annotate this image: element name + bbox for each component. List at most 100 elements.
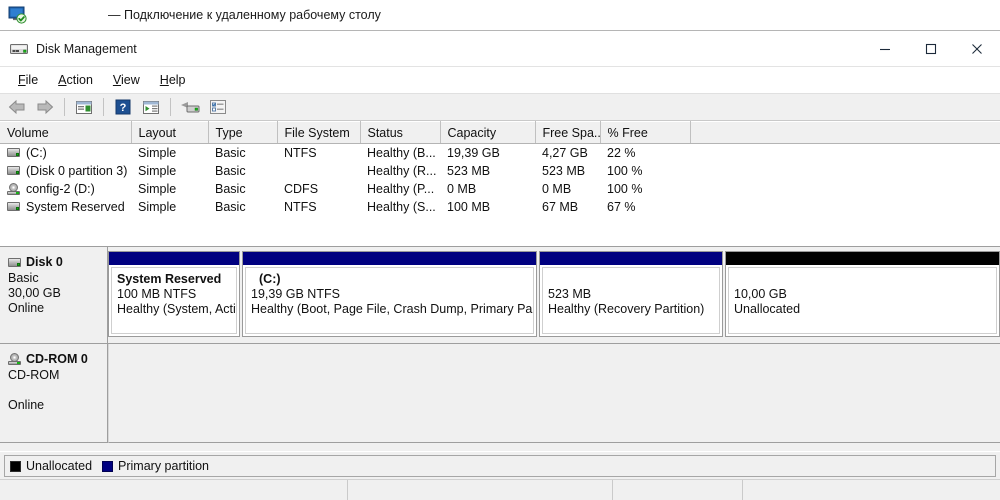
- disk-state: Online: [8, 301, 107, 316]
- status-segment: [0, 480, 348, 500]
- hard-disk-volume-icon: [7, 202, 20, 211]
- remote-desktop-bar: — Подключение к удаленному рабочему стол…: [0, 0, 1000, 31]
- disk-management-window: Disk Management File Action View Help: [0, 31, 1000, 500]
- partition-unallocated[interactable]: 10,00 GB Unallocated: [725, 251, 1000, 337]
- maximize-button[interactable]: [908, 31, 954, 67]
- cell-type: Basic: [208, 144, 277, 162]
- toolbar-separator: [64, 98, 65, 116]
- show-hide-console-tree-icon[interactable]: [71, 95, 97, 119]
- partition-status: Healthy (Boot, Page File, Crash Dump, Pr…: [251, 302, 528, 317]
- cell-capacity: 100 MB: [440, 198, 535, 216]
- window-controls: [862, 31, 1000, 67]
- remote-desktop-title: — Подключение к удаленному рабочему стол…: [108, 0, 381, 31]
- menu-accel-help: H: [160, 73, 169, 87]
- column-header-volume[interactable]: Volume: [0, 122, 131, 144]
- menu-bar: File Action View Help: [0, 67, 1000, 93]
- show-list-icon[interactable]: [205, 95, 231, 119]
- volume-name: config-2 (D:): [26, 182, 95, 196]
- partition-title: [734, 272, 991, 287]
- partition-info: 523 MB Healthy (Recovery Partition): [542, 267, 720, 334]
- cell-percent-free: 100 %: [600, 180, 690, 198]
- column-header-layout[interactable]: Layout: [131, 122, 208, 144]
- cell-file-system: NTFS: [277, 198, 360, 216]
- cdrom-empty-area[interactable]: [108, 344, 1000, 443]
- disk-state: Online: [8, 398, 107, 413]
- legend-label: Primary partition: [118, 459, 209, 473]
- menu-item-help[interactable]: Help: [150, 70, 196, 90]
- volume-cell: (C:): [7, 146, 131, 160]
- menu-item-file[interactable]: File: [8, 70, 48, 90]
- forward-icon[interactable]: [32, 95, 58, 119]
- table-row[interactable]: (C:) Simple Basic NTFS Healthy (B... 19,…: [0, 144, 1000, 162]
- partition-status: Healthy (Recovery Partition): [548, 302, 714, 317]
- menu-label-file: ile: [26, 73, 39, 87]
- toolbar-separator: [170, 98, 171, 116]
- partition-info: (C:) 19,39 GB NTFS Healthy (Boot, Page F…: [245, 267, 534, 334]
- disk-size: 30,00 GB: [8, 286, 107, 301]
- properties-icon[interactable]: [138, 95, 164, 119]
- rescan-disks-icon[interactable]: [177, 95, 203, 119]
- disk-size: [8, 383, 107, 398]
- cell-filler: [690, 180, 1000, 198]
- cell-free-space: 67 MB: [535, 198, 600, 216]
- graphical-disk-view: Disk 0 Basic 30,00 GB Online System Rese…: [0, 247, 1000, 451]
- back-icon[interactable]: [4, 95, 30, 119]
- volume-table-header-row: Volume Layout Type File System Status Ca…: [0, 122, 1000, 144]
- cell-status: Healthy (S...: [360, 198, 440, 216]
- column-header-free-space[interactable]: Free Spa...: [535, 122, 600, 144]
- cell-layout: Simple: [131, 198, 208, 216]
- disk-title: Disk 0: [8, 255, 107, 269]
- volume-name: (C:): [26, 146, 47, 160]
- table-row[interactable]: (Disk 0 partition 3) Simple Basic Health…: [0, 162, 1000, 180]
- help-icon[interactable]: ?: [110, 95, 136, 119]
- partition-bar: [726, 252, 999, 265]
- status-bar: [0, 479, 1000, 500]
- cell-status: Healthy (P...: [360, 180, 440, 198]
- menu-label-action: ction: [67, 73, 93, 87]
- cell-percent-free: 100 %: [600, 162, 690, 180]
- disk-title: CD-ROM 0: [8, 352, 107, 366]
- cell-capacity: 523 MB: [440, 162, 535, 180]
- cd-rom-volume-icon: [7, 183, 20, 195]
- toolbar: ?: [0, 93, 1000, 121]
- minimize-button[interactable]: [862, 31, 908, 67]
- table-row[interactable]: config-2 (D:) Simple Basic CDFS Healthy …: [0, 180, 1000, 198]
- close-button[interactable]: [954, 31, 1000, 67]
- cell-status: Healthy (B...: [360, 144, 440, 162]
- legend-item-primary-partition: Primary partition: [102, 459, 209, 473]
- column-header-type[interactable]: Type: [208, 122, 277, 144]
- menu-accel-action: A: [58, 73, 66, 87]
- menu-accel-file: F: [18, 73, 26, 87]
- hard-disk-volume-icon: [7, 166, 20, 175]
- disk-drive-icon: [10, 42, 28, 56]
- column-header-file-system[interactable]: File System: [277, 122, 360, 144]
- window-title-bar: Disk Management: [0, 31, 1000, 67]
- disk-header-cdrom-0[interactable]: CD-ROM 0 CD-ROM Online: [0, 344, 108, 443]
- column-header-filler: [690, 122, 1000, 144]
- window-title: Disk Management: [36, 42, 137, 56]
- partition-c[interactable]: (C:) 19,39 GB NTFS Healthy (Boot, Page F…: [242, 251, 537, 337]
- disk-row-disk-0[interactable]: Disk 0 Basic 30,00 GB Online System Rese…: [0, 247, 1000, 344]
- cell-layout: Simple: [131, 180, 208, 198]
- partition-title: [548, 272, 714, 287]
- disk-row-cdrom-0[interactable]: CD-ROM 0 CD-ROM Online: [0, 344, 1000, 443]
- column-header-capacity[interactable]: Capacity: [440, 122, 535, 144]
- menu-item-view[interactable]: View: [103, 70, 150, 90]
- volume-list[interactable]: Volume Layout Type File System Status Ca…: [0, 121, 1000, 247]
- partition-size: 10,00 GB: [734, 287, 991, 302]
- table-row[interactable]: System Reserved Simple Basic NTFS Health…: [0, 198, 1000, 216]
- menu-item-action[interactable]: Action: [48, 70, 103, 90]
- menu-accel-view: V: [113, 73, 121, 87]
- partition-system-reserved[interactable]: System Reserved 100 MB NTFS Healthy (Sys…: [108, 251, 240, 337]
- cell-file-system: CDFS: [277, 180, 360, 198]
- volume-name: System Reserved: [26, 200, 125, 214]
- disk-header-disk-0[interactable]: Disk 0 Basic 30,00 GB Online: [0, 247, 108, 344]
- legend-inner: Unallocated Primary partition: [4, 455, 996, 477]
- partition-info: 10,00 GB Unallocated: [728, 267, 997, 334]
- column-header-status[interactable]: Status: [360, 122, 440, 144]
- partition-info: System Reserved 100 MB NTFS Healthy (Sys…: [111, 267, 237, 334]
- partition-recovery[interactable]: 523 MB Healthy (Recovery Partition): [539, 251, 723, 337]
- status-segment: [743, 480, 1000, 500]
- partition-status: Healthy (System, Activ: [117, 302, 231, 317]
- column-header-percent-free[interactable]: % Free: [600, 122, 690, 144]
